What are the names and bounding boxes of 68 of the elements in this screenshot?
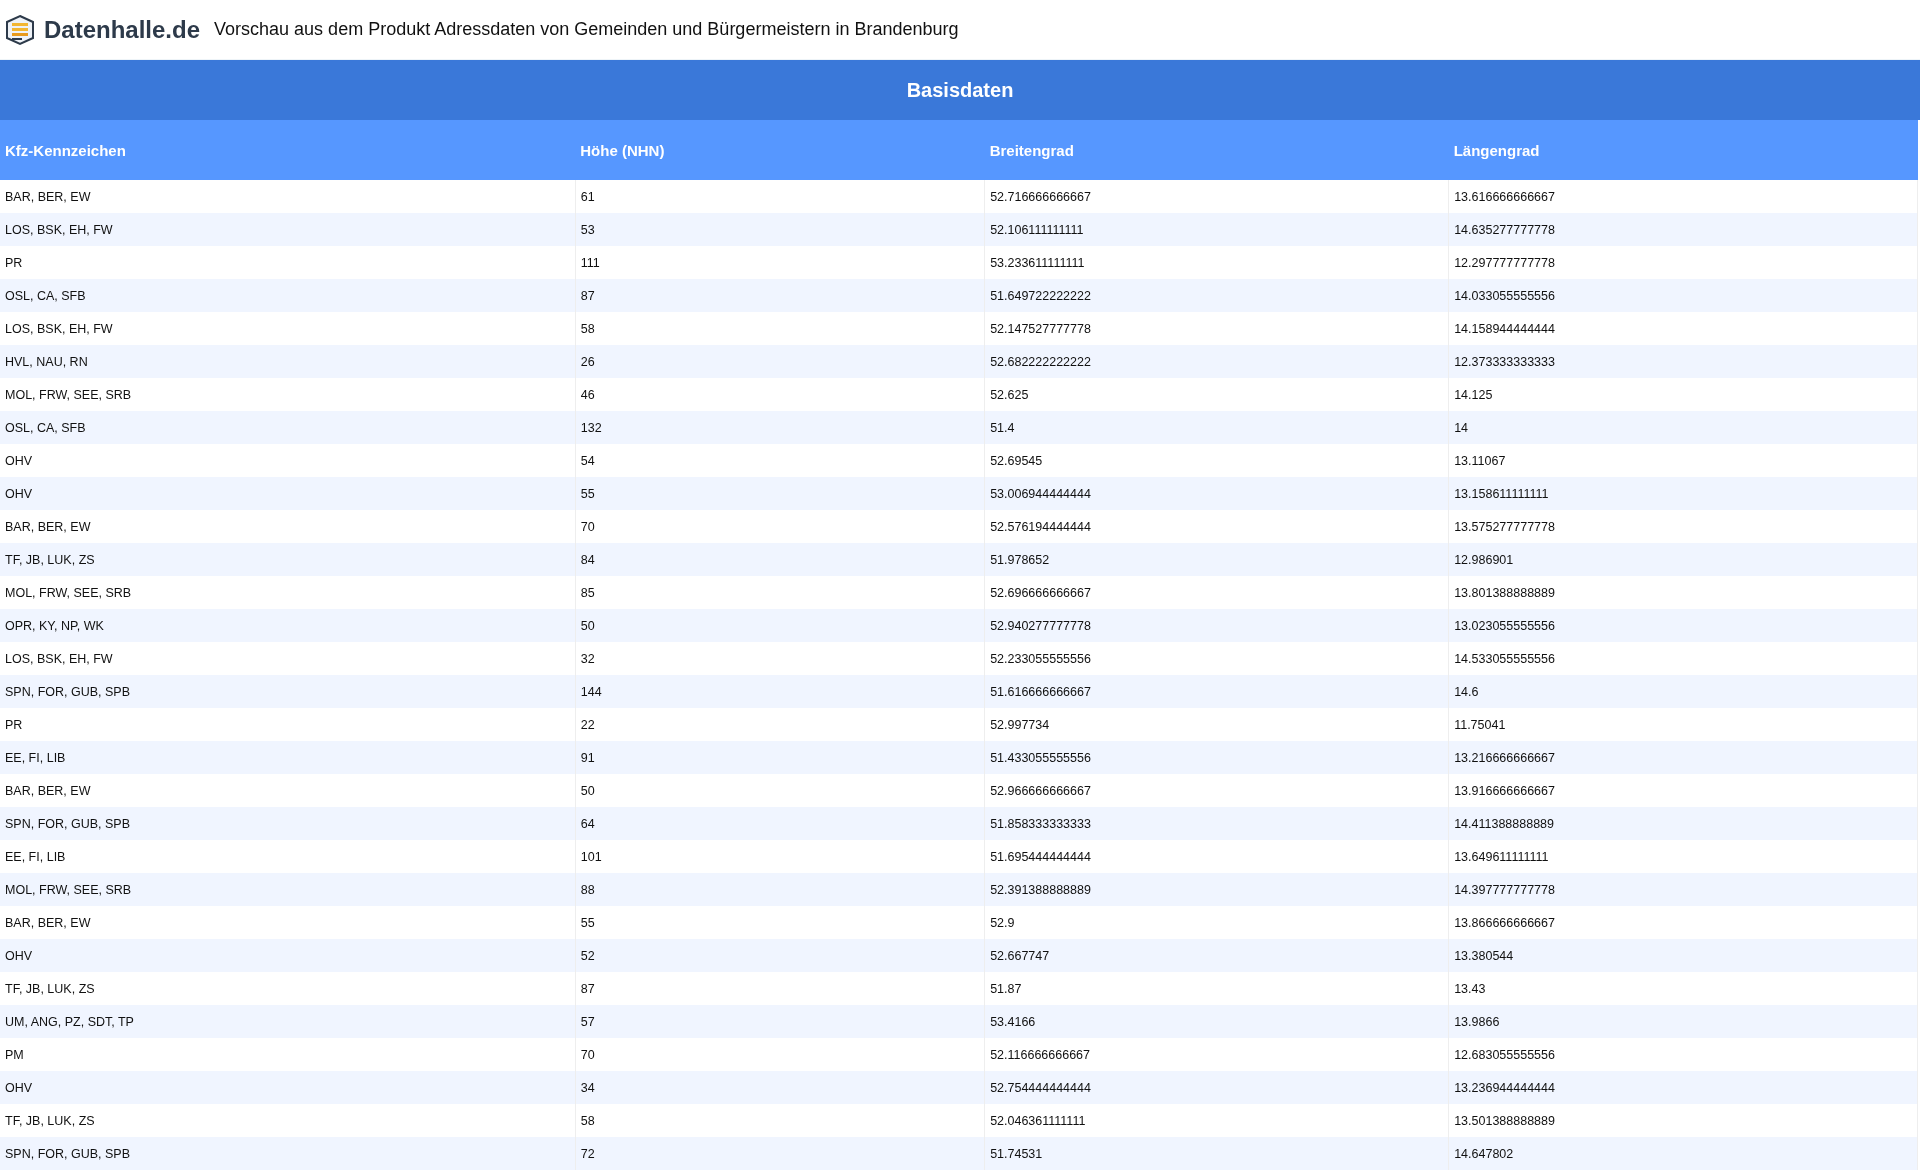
table-cell: 51.433055555556 xyxy=(984,741,1449,774)
table-cell: 13.236944444444 xyxy=(1448,1071,1918,1104)
table-cell: OHV xyxy=(0,477,576,510)
table-cell: 52.667747 xyxy=(984,939,1449,972)
column-header: Breitengrad xyxy=(984,120,1449,180)
table-cell: 51.616666666667 xyxy=(984,675,1449,708)
column-header: Längengrad xyxy=(1448,120,1918,180)
table-cell: 52.391388888889 xyxy=(984,873,1449,906)
table-cell: 13.158611111111 xyxy=(1448,477,1918,510)
table-cell: 52.682222222222 xyxy=(984,345,1449,378)
table-cell: SPN, FOR, GUB, SPB xyxy=(0,675,576,708)
table-cell: 52.754444444444 xyxy=(984,1071,1449,1104)
table-cell: OHV xyxy=(0,1071,576,1104)
table-cell: 55 xyxy=(575,477,985,510)
table-cell: 14 xyxy=(1448,411,1918,444)
table-cell: OPR, KY, NP, WK xyxy=(0,609,576,642)
table-cell: 53.4166 xyxy=(984,1005,1449,1038)
table-cell: 64 xyxy=(575,807,985,840)
table-cell: 53.006944444444 xyxy=(984,477,1449,510)
table-cell: 51.858333333333 xyxy=(984,807,1449,840)
server-stack-icon xyxy=(4,13,36,46)
logo-text[interactable]: Datenhalle.de xyxy=(44,15,201,44)
table-cell: MOL, FRW, SEE, SRB xyxy=(0,873,576,906)
table-cell: 51.4 xyxy=(984,411,1449,444)
table-cell: 14.397777777778 xyxy=(1448,873,1918,906)
table-cell: 14.033055555556 xyxy=(1448,279,1918,312)
table-cell: 51.649722222222 xyxy=(984,279,1449,312)
table-cell: 52.106111111111 xyxy=(984,213,1449,246)
table-cell: 14.647802 xyxy=(1448,1137,1918,1170)
table-cell: 53 xyxy=(575,213,985,246)
table-cell: 51.978652 xyxy=(984,543,1449,576)
table-cell: OSL, CA, SFB xyxy=(0,411,576,444)
table-cell: 132 xyxy=(575,411,985,444)
table-cell: 84 xyxy=(575,543,985,576)
table-cell: 91 xyxy=(575,741,985,774)
table-cell: 14.411388888889 xyxy=(1448,807,1918,840)
table-cell: 13.023055555556 xyxy=(1448,609,1918,642)
table-cell: 12.373333333333 xyxy=(1448,345,1918,378)
table-cell: OSL, CA, SFB xyxy=(0,279,576,312)
table-cell: 12.986901 xyxy=(1448,543,1918,576)
table-cell: 51.74531 xyxy=(984,1137,1449,1170)
column-header: Höhe (NHN) xyxy=(575,120,985,180)
table-cell: 88 xyxy=(575,873,985,906)
table-cell: 14.6 xyxy=(1448,675,1918,708)
table-cell: SPN, FOR, GUB, SPB xyxy=(0,807,576,840)
table-cell: 52 xyxy=(575,939,985,972)
table-cell: EE, FI, LIB xyxy=(0,741,576,774)
table-cell: LOS, BSK, EH, FW xyxy=(0,213,576,246)
table-cell: 13.380544 xyxy=(1448,939,1918,972)
table-cell: 50 xyxy=(575,609,985,642)
page-title: Vorschau aus dem Produkt Adressdaten von Gemeinden und Bürgermeistern in Brandenburg xyxy=(214,19,959,40)
table-cell: 144 xyxy=(575,675,985,708)
table-cell: 34 xyxy=(575,1071,985,1104)
table-caption: Basisdaten xyxy=(0,60,1920,120)
table-cell: SPN, FOR, GUB, SPB xyxy=(0,1137,576,1170)
table-cell: 26 xyxy=(575,345,985,378)
table-cell: OHV xyxy=(0,939,576,972)
table-cell: 57 xyxy=(575,1005,985,1038)
table-cell: 52.940277777778 xyxy=(984,609,1449,642)
table-cell: HVL, NAU, RN xyxy=(0,345,576,378)
table-cell: 87 xyxy=(575,279,985,312)
table-cell: 13.216666666667 xyxy=(1448,741,1918,774)
column-header: Kfz-Kennzeichen xyxy=(0,120,576,180)
table-cell: 14.635277777778 xyxy=(1448,213,1918,246)
table-cell: TF, JB, LUK, ZS xyxy=(0,543,576,576)
table-cell: UM, ANG, PZ, SDT, TP xyxy=(0,1005,576,1038)
table-cell: 72 xyxy=(575,1137,985,1170)
table-cell: 13.9866 xyxy=(1448,1005,1918,1038)
